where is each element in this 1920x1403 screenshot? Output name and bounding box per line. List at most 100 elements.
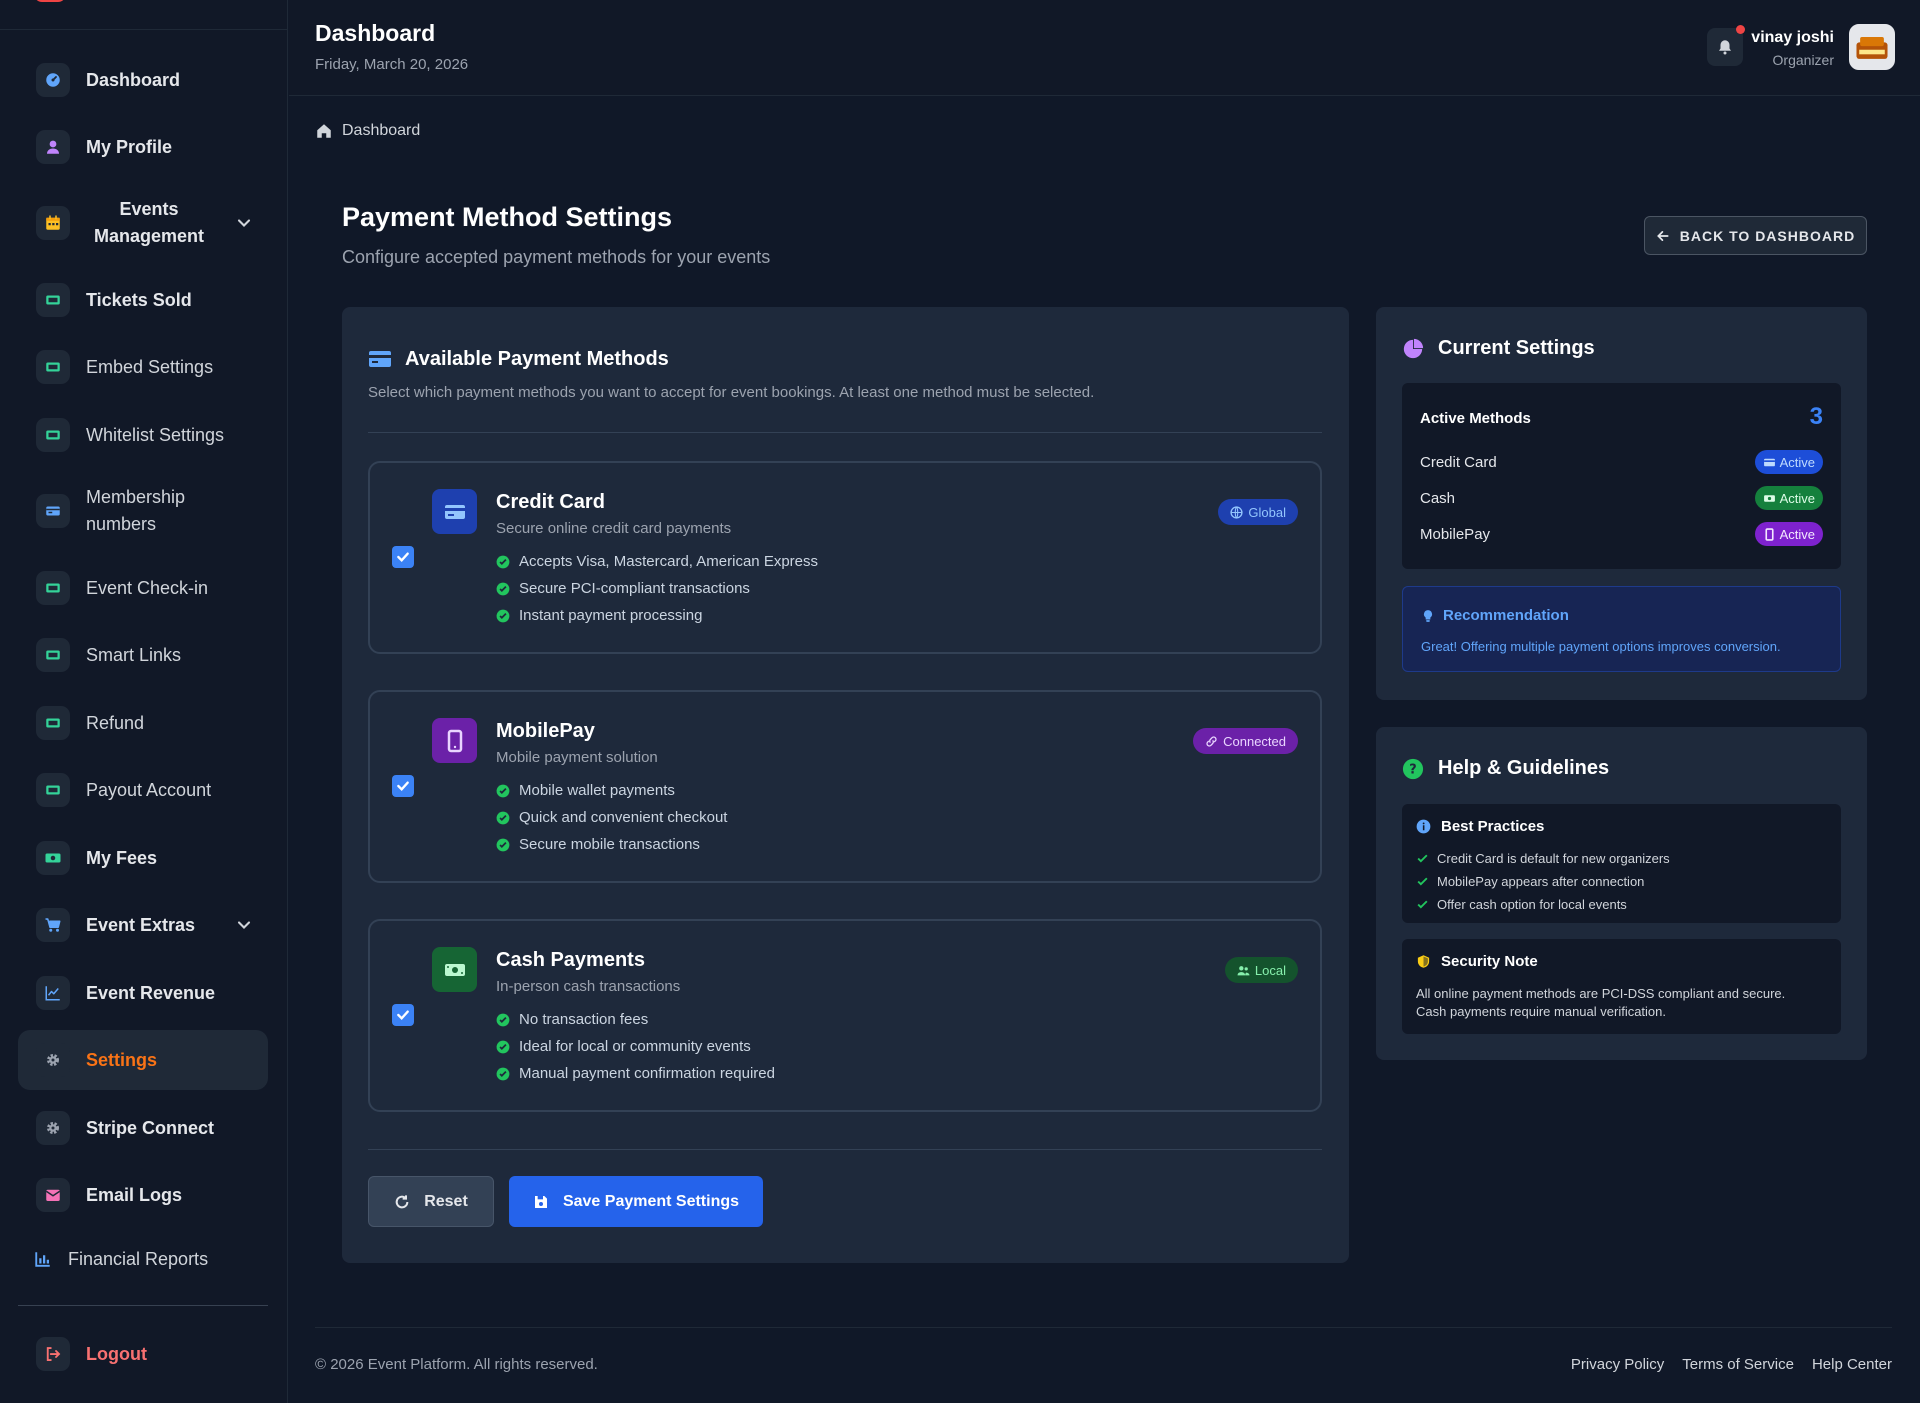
check-icon (1417, 900, 1428, 909)
card-icon (36, 494, 70, 528)
footer-divider (315, 1327, 1892, 1328)
payment-method-cash[interactable]: Cash Payments In-person cash transaction… (368, 919, 1322, 1112)
globe-icon (1230, 505, 1244, 519)
ticket-icon (36, 571, 70, 605)
current-settings-card: Current Settings Active Methods 3 Credit… (1376, 307, 1867, 700)
sidebar-item-label: Events Management (93, 199, 205, 246)
sidebar-item-stripe-connect[interactable]: Stripe Connect (18, 1098, 268, 1158)
reset-button[interactable]: Reset (368, 1176, 494, 1227)
sidebar-item-refund[interactable]: Refund (18, 693, 268, 753)
info-icon (1416, 819, 1431, 834)
user-name[interactable]: vinay joshi (1751, 29, 1834, 47)
footer-links: Privacy Policy Terms of Service Help Cen… (1571, 1356, 1892, 1373)
check-circle-icon (496, 1040, 510, 1053)
sidebar-item-membership-numbers[interactable]: Membership numbers (18, 481, 268, 541)
sidebar-item-event-check-in[interactable]: Event Check-in (18, 558, 268, 618)
arrow-left-icon (1656, 230, 1669, 241)
check-circle-icon (496, 1067, 510, 1080)
save-icon (534, 1195, 547, 1208)
mobile-phone-icon (1765, 527, 1774, 541)
back-to-dashboard-button[interactable]: BACK TO DASHBOARD (1644, 216, 1867, 255)
guideline-item: Offer cash option for local events (1416, 897, 1627, 912)
help-guidelines-card: ? Help & Guidelines Best Practices Credi… (1376, 727, 1867, 1060)
ticket-icon (36, 706, 70, 740)
card-description: Select which payment methods you want to… (368, 384, 1095, 401)
check-icon (397, 552, 409, 563)
recommendation-text: Great! Offering multiple payment options… (1421, 639, 1781, 654)
sidebar-item-label: My Profile (86, 136, 173, 157)
status-badge: Connected (1193, 728, 1298, 754)
sidebar-item-email-logs[interactable]: Email Logs (18, 1165, 268, 1225)
payment-methods-card: Available Payment Methods Select which p… (342, 307, 1349, 1263)
sidebar-item-label: Financial Reports (68, 1248, 209, 1269)
best-practices-panel: Best Practices Credit Card is default fo… (1402, 804, 1841, 923)
privacy-policy-link[interactable]: Privacy Policy (1571, 1356, 1664, 1373)
sidebar-item-embed-settings[interactable]: Embed Settings (18, 337, 268, 397)
chevron-down-icon[interactable] (234, 213, 254, 233)
terms-of-service-link[interactable]: Terms of Service (1682, 1356, 1794, 1373)
breadcrumb-item[interactable]: Dashboard (342, 122, 420, 140)
feature-item: Secure mobile transactions (496, 836, 700, 853)
question-circle-icon: ? (1402, 758, 1424, 779)
sidebar-item-event-revenue[interactable]: Event Revenue (18, 963, 268, 1023)
method-name: MobilePay (496, 720, 595, 742)
ticket-icon (36, 773, 70, 807)
sidebar-item-tickets-sold[interactable]: Tickets Sold (18, 270, 268, 330)
credit-card-icon (369, 351, 391, 367)
active-method-row: Credit Card Active (1420, 450, 1823, 474)
chevron-down-icon[interactable] (234, 915, 254, 935)
payment-method-mobilepay[interactable]: MobilePay Mobile payment solution Mobile… (368, 690, 1322, 883)
recommendation-title: Recommendation (1421, 607, 1569, 624)
card-header: Available Payment Methods (368, 347, 669, 371)
payment-method-credit-card[interactable]: Credit Card Secure online credit card pa… (368, 461, 1322, 654)
dashboard-icon (36, 63, 70, 97)
avatar[interactable] (1849, 24, 1895, 70)
refresh-icon (395, 1194, 409, 1208)
sidebar-item-logout[interactable]: Logout (18, 1324, 268, 1384)
cash-checkbox[interactable] (392, 1004, 414, 1026)
feature-item: Mobile wallet payments (496, 782, 675, 799)
recommendation-box: Recommendation Great! Offering multiple … (1402, 586, 1841, 672)
sidebar-item-dashboard[interactable]: Dashboard (18, 50, 268, 110)
sidebar-item-label: Logout (86, 1343, 147, 1364)
breadcrumb[interactable]: Dashboard (315, 122, 420, 140)
check-circle-icon (496, 784, 510, 797)
logo[interactable] (34, 0, 66, 2)
check-circle-icon (496, 838, 510, 851)
sidebar-item-events-management[interactable]: Events Management (18, 193, 268, 253)
mobilepay-checkbox[interactable] (392, 775, 414, 797)
check-circle-icon (496, 811, 510, 824)
gear-icon (36, 1043, 70, 1077)
sidebar-item-whitelist-settings[interactable]: Whitelist Settings (18, 405, 268, 465)
sidebar-item-label: Event Extras (86, 914, 196, 935)
card-title: Available Payment Methods (405, 347, 669, 370)
security-note-text: All online payment methods are PCI-DSS c… (1416, 986, 1786, 1019)
feature-item: Instant payment processing (496, 607, 702, 624)
credit-card-checkbox[interactable] (392, 546, 414, 568)
ticket-icon (36, 418, 70, 452)
sidebar-item-smart-links[interactable]: Smart Links (18, 625, 268, 685)
feature-item: Quick and convenient checkout (496, 809, 727, 826)
link-icon (1206, 735, 1217, 747)
help-center-link[interactable]: Help Center (1812, 1356, 1892, 1373)
calendar-icon (36, 206, 70, 240)
active-method-row: Cash Active (1420, 486, 1823, 510)
users-icon (1237, 965, 1250, 975)
method-name: Cash Payments (496, 949, 645, 971)
notifications-button[interactable] (1707, 25, 1745, 66)
page-title: Payment Method Settings (342, 202, 673, 232)
sidebar-item-label: Refund (86, 712, 145, 733)
sidebar-item-financial-reports[interactable]: Financial Reports (18, 1229, 268, 1289)
sidebar-item-my-fees[interactable]: My Fees (18, 828, 268, 888)
shield-icon (1417, 955, 1430, 968)
sidebar-item-my-profile[interactable]: My Profile (18, 117, 268, 177)
save-payment-settings-button[interactable]: Save Payment Settings (509, 1176, 763, 1227)
sidebar-item-payout-account[interactable]: Payout Account (18, 760, 268, 820)
sidebar-item-label: Payout Account (86, 779, 212, 800)
status-badge: Active (1754, 522, 1823, 546)
sidebar-item-label: My Fees (86, 847, 158, 868)
gear-icon (36, 1111, 70, 1145)
sidebar-item-event-extras[interactable]: Event Extras (18, 895, 268, 955)
sidebar-item-settings[interactable]: Settings (18, 1030, 268, 1090)
sidebar-item-label: Embed Settings (86, 356, 214, 377)
